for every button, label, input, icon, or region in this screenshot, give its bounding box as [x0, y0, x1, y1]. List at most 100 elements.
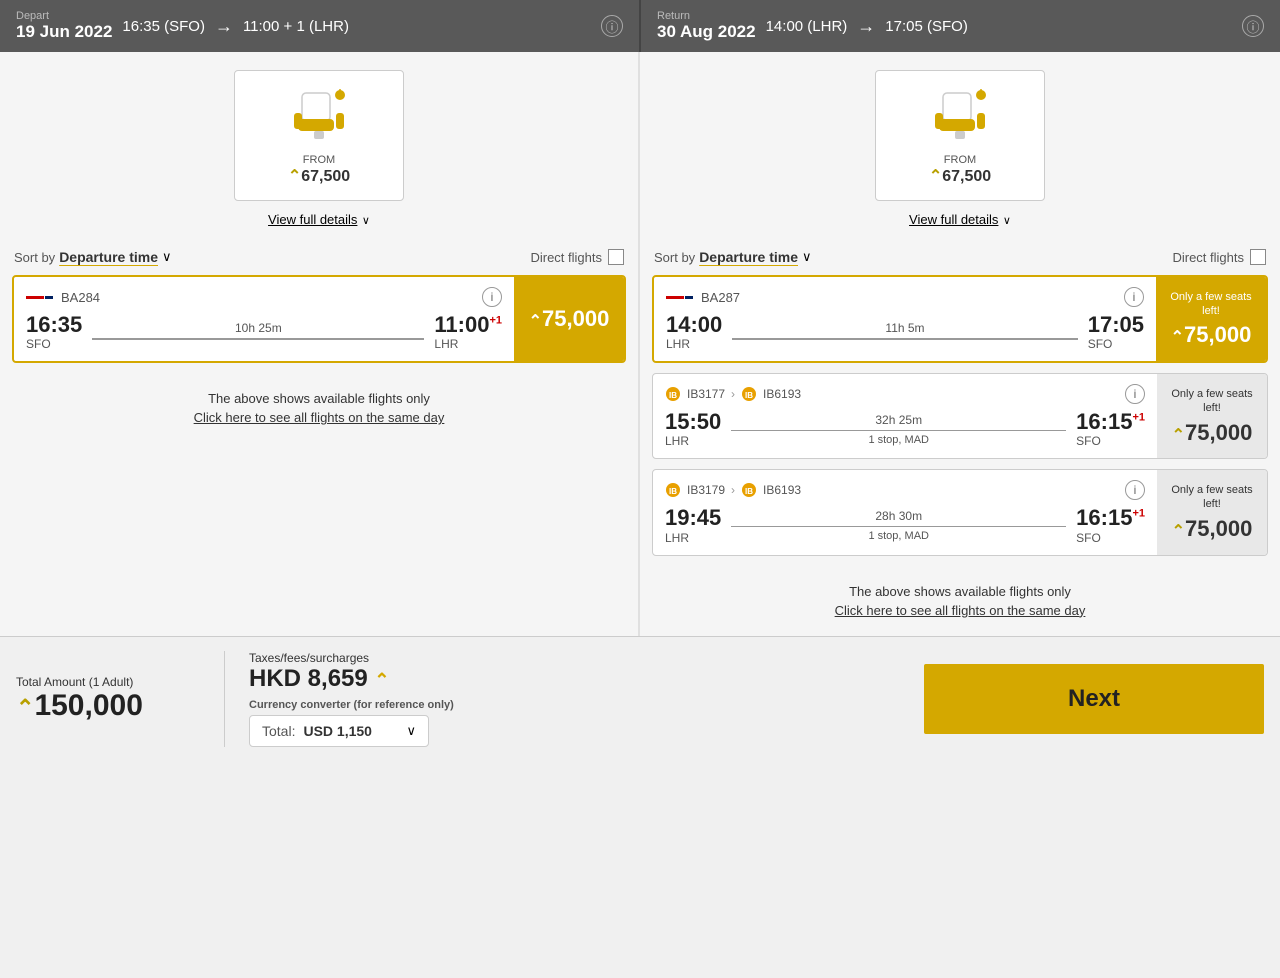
- return-header: Return 30 Aug 2022 14:00 (LHR) → 17:05 (…: [639, 0, 1280, 52]
- depart-notice-line1: The above shows available flights only: [8, 391, 630, 406]
- return-label: Return: [657, 10, 756, 22]
- return-from-time-block-2: 19:45 LHR: [665, 506, 721, 544]
- return-to-time-block-2: 16:15+1 SFO: [1076, 506, 1145, 544]
- return-flight-card-1[interactable]: IB IB3177 › IB IB6193 i: [652, 373, 1268, 459]
- currency-converter-section: Currency converter (for reference only) …: [249, 699, 454, 747]
- return-sort-bar: Sort by Departure time ∨ Direct flights: [640, 239, 1280, 275]
- return-airline1-2: IB3179: [687, 483, 725, 497]
- tax-amount: HKD 8,659 ⌃: [249, 665, 454, 693]
- return-price-val-0: ⌃75,000: [1171, 322, 1252, 348]
- return-avios-icon: ⌃: [929, 168, 942, 185]
- depart-flight-info-icon-0[interactable]: i: [482, 287, 502, 307]
- depart-label: Depart: [16, 10, 112, 22]
- depart-direct-checkbox[interactable]: [608, 249, 624, 265]
- return-sort-by-label: Sort by: [654, 250, 695, 265]
- depart-seat-section: FROM ⌃67,500: [0, 52, 638, 211]
- return-notice-line1: The above shows available flights only: [648, 584, 1272, 599]
- return-flight-line-0: 11h 5m: [728, 321, 1081, 343]
- depart-airline-name-0: BA284: [61, 290, 100, 305]
- return-flight-line-2: 28h 30m 1 stop, MAD: [727, 509, 1070, 543]
- return-from-label: FROM: [904, 154, 1016, 166]
- ib3179-logo-icon: IB: [665, 482, 681, 498]
- return-airline-0: BA287: [701, 290, 740, 305]
- depart-view-details[interactable]: View full details ∨: [0, 211, 638, 229]
- depart-sort-value: Departure time: [59, 249, 158, 265]
- return-info-icon[interactable]: ⓘ: [1242, 15, 1264, 37]
- return-airline2-1: IB6193: [763, 387, 801, 401]
- depart-panel: FROM ⌃67,500 View full details ∨ Sort by…: [0, 52, 640, 636]
- ba-logo-icon: [26, 296, 53, 299]
- return-direct-flights: Direct flights: [1172, 249, 1266, 265]
- return-from-time-block-0: 14:00 LHR: [666, 313, 722, 351]
- depart-info-icon[interactable]: ⓘ: [601, 15, 623, 37]
- depart-time-val-to-0: 11:00+1: [434, 313, 502, 337]
- depart-notice-link[interactable]: Click here to see all flights on the sam…: [8, 410, 630, 425]
- depart-flight-main-0: BA284 i 16:35 SFO 10h 25m 11:0: [14, 277, 514, 361]
- return-sort-dropdown[interactable]: Sort by Departure time ∨: [654, 249, 812, 265]
- return-to-time-block-1: 16:15+1 SFO: [1076, 410, 1145, 448]
- depart-flight-line-0: 10h 25m: [88, 321, 428, 343]
- return-price-val-2: ⌃75,000: [1172, 516, 1253, 542]
- depart-price-box-0[interactable]: ⌃75,000: [514, 277, 624, 361]
- return-view-details[interactable]: View full details ∨: [640, 211, 1280, 229]
- return-flight-main-0: BA287 i 14:00 LHR 11h 5m 17:05: [654, 277, 1156, 361]
- currency-chevron-down-icon: ∨: [406, 723, 416, 739]
- return-flight-main-2: IB IB3179 › IB IB6193 i 19:45: [653, 470, 1157, 554]
- depart-seat-box: FROM ⌃67,500: [234, 70, 404, 201]
- return-flight-card-0[interactable]: BA287 i 14:00 LHR 11h 5m 17:05: [652, 275, 1268, 363]
- return-from-time: 14:00 (LHR): [766, 18, 848, 35]
- return-sort-value: Departure time: [699, 249, 798, 265]
- return-price-box-1[interactable]: Only a few seats left! ⌃75,000: [1157, 374, 1267, 458]
- return-seat-icon: [925, 85, 995, 145]
- return-flight-card-2[interactable]: IB IB3179 › IB IB6193 i 19:45: [652, 469, 1268, 555]
- ib6193-logo-icon-2: IB: [741, 482, 757, 498]
- ib6193-logo-icon-1: IB: [741, 386, 757, 402]
- svg-text:IB: IB: [745, 391, 753, 400]
- currency-value: USD 1,150: [303, 723, 371, 739]
- currency-box[interactable]: Total: USD 1,150 ∨: [249, 715, 429, 747]
- return-seat-section: FROM ⌃67,500: [640, 52, 1280, 211]
- depart-airport-to-0: LHR: [434, 337, 502, 351]
- return-flight-info-icon-2[interactable]: i: [1125, 480, 1145, 500]
- depart-direct-label: Direct flights: [530, 250, 602, 265]
- total-label: Total Amount (1 Adult): [16, 675, 216, 689]
- depart-from-time: 16:35 (SFO): [122, 18, 205, 35]
- return-airline2-2: IB6193: [763, 483, 801, 497]
- depart-arrow-icon: →: [215, 16, 233, 37]
- return-notice-link[interactable]: Click here to see all flights on the sam…: [648, 603, 1272, 618]
- total-avios-icon: ⌃: [16, 695, 34, 720]
- return-panel: FROM ⌃67,500 View full details ∨ Sort by…: [640, 52, 1280, 636]
- tax-up-arrow-icon: ⌃: [374, 670, 389, 690]
- depart-to-time: 11:00 + 1 (LHR): [243, 18, 349, 35]
- depart-chevron-down-icon: ∨: [362, 215, 370, 227]
- next-button[interactable]: Next: [924, 664, 1264, 734]
- return-direct-checkbox[interactable]: [1250, 249, 1266, 265]
- return-price-box-0[interactable]: Only a few seats left! ⌃75,000: [1156, 277, 1266, 361]
- depart-sort-dropdown[interactable]: Sort by Departure time ∨: [14, 249, 172, 265]
- return-flight-info-icon-1[interactable]: i: [1125, 384, 1145, 404]
- return-direct-label: Direct flights: [1172, 250, 1244, 265]
- footer: Total Amount (1 Adult) ⌃150,000 Taxes/fe…: [0, 636, 1280, 761]
- total-section: Total Amount (1 Adult) ⌃150,000: [16, 675, 216, 723]
- svg-text:IB: IB: [669, 391, 677, 400]
- depart-airport-from-0: SFO: [26, 337, 82, 351]
- return-seat-box: FROM ⌃67,500: [875, 70, 1045, 201]
- tax-label: Taxes/fees/surcharges: [249, 651, 454, 665]
- return-price-box-2[interactable]: Only a few seats left! ⌃75,000: [1157, 470, 1267, 554]
- depart-avios-icon: ⌃: [288, 168, 301, 185]
- return-to-time-block-0: 17:05 SFO: [1088, 313, 1144, 351]
- return-flight-main-1: IB IB3177 › IB IB6193 i: [653, 374, 1157, 458]
- return-header-info: Return 30 Aug 2022: [657, 10, 756, 42]
- depart-sort-bar: Sort by Departure time ∨ Direct flights: [0, 239, 638, 275]
- return-to-time: 17:05 (SFO): [885, 18, 968, 35]
- currency-total-label: Total:: [262, 723, 295, 739]
- return-arrow-icon: →: [857, 16, 875, 37]
- depart-header-info: Depart 19 Jun 2022: [16, 10, 112, 42]
- depart-sort-chevron-icon: ∨: [162, 249, 172, 265]
- return-flight-info-icon-0[interactable]: i: [1124, 287, 1144, 307]
- depart-seat-icon: [284, 85, 354, 145]
- depart-price-val-0: ⌃75,000: [529, 306, 610, 332]
- depart-flight-card-0[interactable]: BA284 i 16:35 SFO 10h 25m 11:0: [12, 275, 626, 363]
- return-avios-amount: ⌃67,500: [904, 166, 1016, 186]
- depart-from-label: FROM: [263, 154, 375, 166]
